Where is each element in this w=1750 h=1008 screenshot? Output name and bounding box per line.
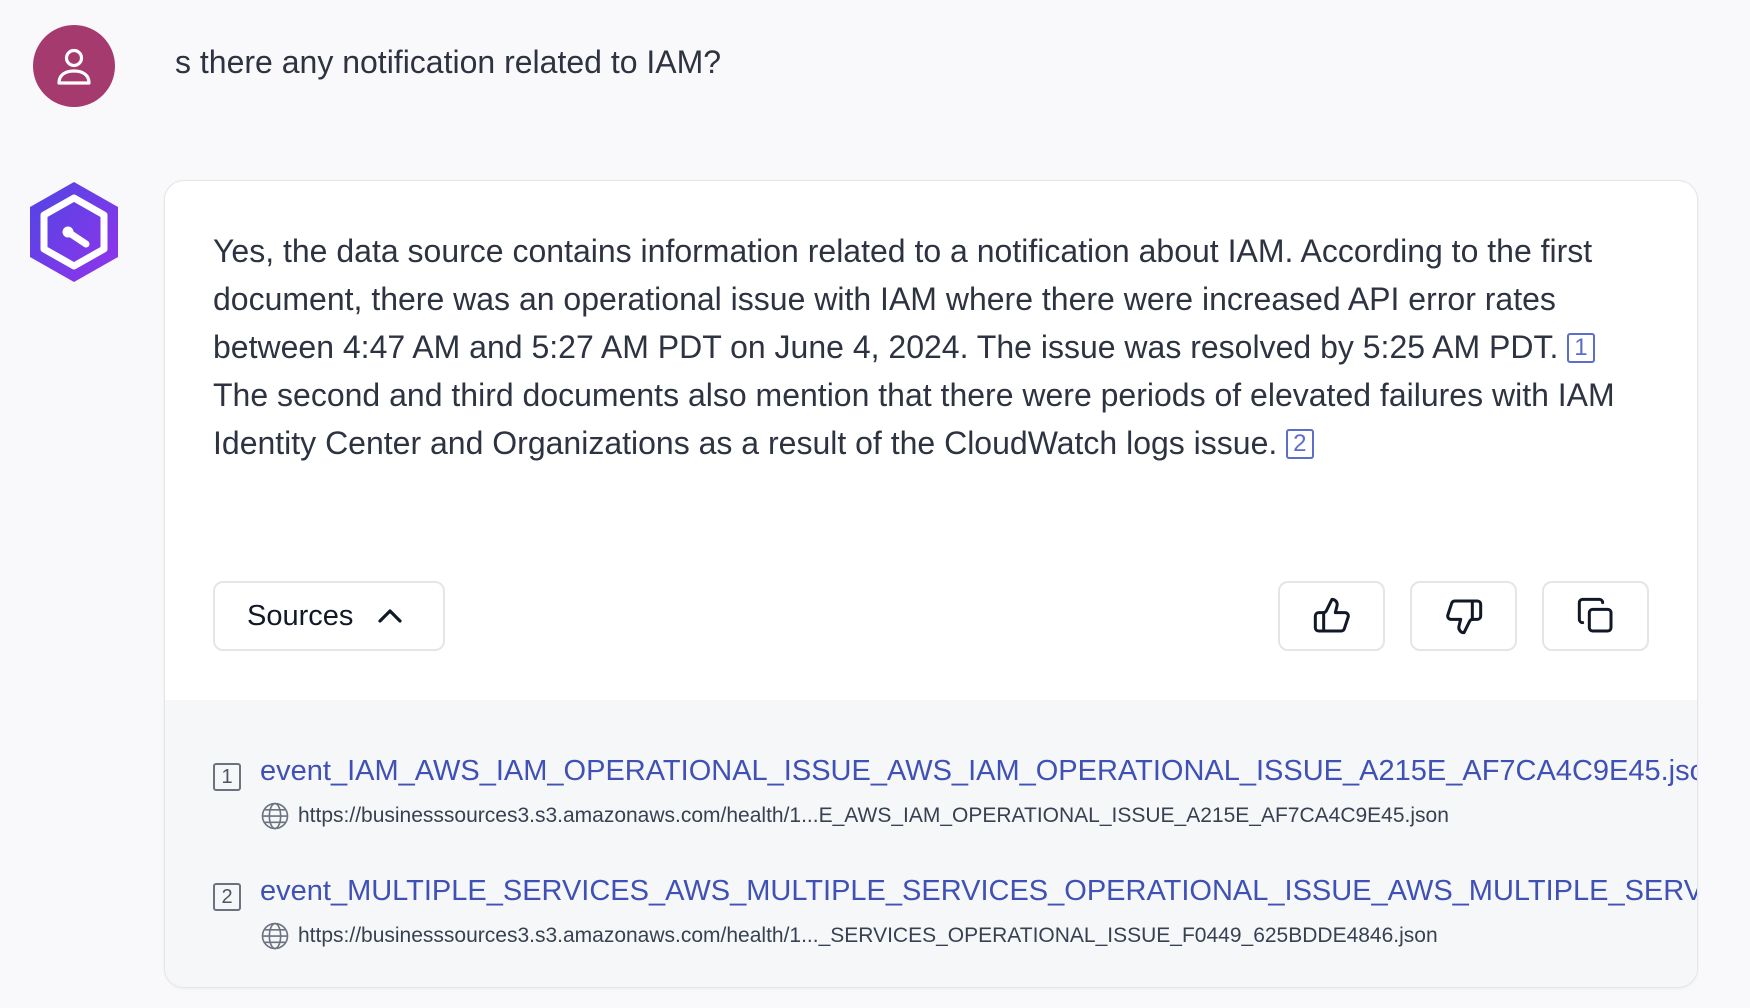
source-url-row: https://businesssources3.s3.amazonaws.co…	[260, 801, 1449, 831]
answer-paragraph-1: Yes, the data source contains informatio…	[213, 233, 1593, 365]
user-icon	[57, 48, 91, 85]
source-url-row: https://businesssources3.s3.amazonaws.co…	[260, 921, 1438, 951]
source-number: 2	[213, 883, 241, 911]
copy-button[interactable]	[1542, 581, 1649, 651]
globe-icon	[261, 922, 289, 950]
answer-text: Yes, the data source contains informatio…	[213, 227, 1653, 467]
sources-panel: 1 event_IAM_AWS_IAM_OPERATIONAL_ISSUE_AW…	[165, 700, 1697, 987]
thumbs-down-button[interactable]	[1410, 581, 1517, 651]
copy-icon	[1577, 597, 1612, 633]
answer-card: Yes, the data source contains informatio…	[164, 180, 1698, 988]
assistant-avatar	[26, 178, 122, 286]
answer-paragraph-2: The second and third documents also ment…	[213, 377, 1615, 461]
source-title-link[interactable]: event_MULTIPLE_SERVICES_AWS_MULTIPLE_SER…	[260, 875, 1697, 908]
thumbs-up-button[interactable]	[1278, 581, 1385, 651]
sources-toggle-button[interactable]: Sources	[213, 581, 445, 651]
citation-1[interactable]: 1	[1567, 333, 1595, 363]
globe-icon	[261, 802, 289, 830]
sources-label: Sources	[247, 599, 354, 632]
source-url[interactable]: https://businesssources3.s3.amazonaws.co…	[298, 804, 1449, 828]
citation-2[interactable]: 2	[1286, 429, 1314, 459]
assistant-logo-icon	[30, 182, 118, 282]
user-question: s there any notification related to IAM?	[175, 44, 722, 80]
thumbs-up-icon	[1313, 597, 1350, 633]
thumbs-down-icon	[1445, 599, 1482, 635]
chevron-up-icon	[377, 608, 403, 624]
source-number: 1	[213, 763, 241, 791]
source-url[interactable]: https://businesssources3.s3.amazonaws.co…	[298, 924, 1438, 948]
source-title-link[interactable]: event_IAM_AWS_IAM_OPERATIONAL_ISSUE_AWS_…	[260, 755, 1697, 788]
user-avatar	[33, 25, 115, 107]
